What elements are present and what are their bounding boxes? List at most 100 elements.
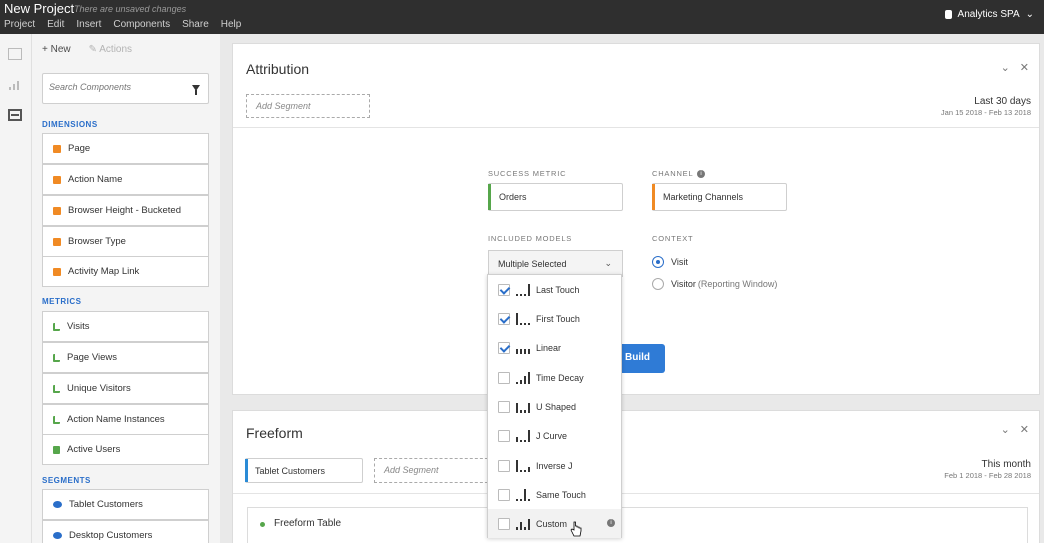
model-option-linear[interactable]: Linear [488,333,621,362]
metric-item[interactable]: Page Views [42,342,209,373]
included-models-label: INCLUDED MODELS [488,234,573,243]
radio-visitor[interactable] [652,278,664,290]
linear-icon [516,341,532,354]
model-label: U Shaped [536,401,577,412]
context-visitor-note: (Reporting Window) [697,279,778,289]
dimension-icon [53,144,61,153]
metric-item[interactable]: Visits [42,311,209,342]
close-icon[interactable]: ✕ [1020,423,1029,436]
info-icon[interactable]: i [607,519,615,527]
date-range-title: Last 30 days [974,96,1031,107]
success-metric-dropzone[interactable]: Orders [488,183,623,211]
model-option-inverse-j[interactable]: Inverse J [488,451,621,480]
checkbox-checked[interactable] [498,283,510,296]
dimension-label: Browser Type [68,236,126,247]
chevron-down-icon[interactable]: ⌄ [1001,423,1010,436]
success-metric-label: SUCCESS METRIC [488,169,567,178]
context-visitor-option[interactable]: Visitor (Reporting Window) [652,278,777,290]
actions-label: Actions [99,44,133,55]
model-option-custom[interactable]: Custom i [488,509,621,538]
chevron-down-icon: ⌄ [604,258,612,268]
metric-item[interactable]: Unique Visitors [42,373,209,404]
add-segment-dropzone[interactable]: Add Segment [246,94,370,118]
project-title[interactable]: New Project [4,1,74,16]
menu-help[interactable]: Help [221,19,242,30]
channel-value: Marketing Channels [663,192,744,202]
dimension-item[interactable]: Activity Map Link [42,256,209,287]
segment-chip-label: Tablet Customers [255,466,326,476]
segment-item[interactable]: Desktop Customers [42,520,209,543]
menu-insert[interactable]: Insert [76,19,101,30]
components-icon[interactable] [8,109,22,121]
checkbox[interactable] [498,488,510,501]
metric-item[interactable]: Active Users [42,434,209,465]
metric-item[interactable]: Action Name Instances [42,404,209,435]
panel-controls: ⌄ ✕ [1001,61,1029,74]
checkbox[interactable] [498,459,510,472]
custom-icon [516,517,532,530]
date-range-dates: Feb 1 2018 - Feb 28 2018 [944,471,1031,480]
close-icon[interactable]: ✕ [1020,61,1029,74]
model-label: Same Touch [536,489,586,500]
dimension-item[interactable]: Browser Type [42,226,209,257]
freeform-table-title[interactable]: Freeform Table [274,518,341,529]
menu-share[interactable]: Share [182,19,209,30]
segment-label: Tablet Customers [69,499,143,510]
calculated-metric-icon [53,445,60,454]
filter-icon[interactable] [192,85,200,95]
visualizations-icon[interactable] [8,78,22,90]
add-segment-dropzone[interactable]: Add Segment [374,458,498,483]
models-select[interactable]: Multiple Selected ⌄ [488,250,623,277]
channel-dropzone[interactable]: Marketing Channels [652,183,787,211]
search-input[interactable] [49,82,179,92]
metric-label: Page Views [67,352,117,363]
date-range[interactable]: This month Feb 1 2018 - Feb 28 2018 [944,459,1031,480]
panels-icon[interactable] [8,48,22,60]
success-metric-value: Orders [499,192,527,202]
model-label: Custom [536,518,568,529]
checkbox-checked[interactable] [498,312,510,325]
model-option-last-touch[interactable]: Last Touch [488,275,621,304]
new-button[interactable]: + New [42,44,71,55]
model-label: J Curve [536,430,568,441]
model-option-same-touch[interactable]: Same Touch [488,480,621,509]
checkbox[interactable] [498,371,510,384]
checkbox-checked[interactable] [498,341,510,354]
models-select-value: Multiple Selected [498,259,567,269]
dimension-item[interactable]: Action Name [42,164,209,195]
model-label: First Touch [536,313,580,324]
metric-color-bar [488,184,491,210]
segment-item[interactable]: Tablet Customers [42,489,209,520]
checkbox[interactable] [498,517,510,530]
dimension-icon [53,206,61,215]
metric-icon [53,322,60,331]
main-menu: Project Edit Insert Components Share Hel… [4,19,241,30]
chevron-down-icon: ⌄ [1025,9,1034,20]
date-range[interactable]: Last 30 days Jan 15 2018 - Feb 13 2018 [941,96,1031,117]
model-option-j-curve[interactable]: J Curve [488,421,621,450]
dimension-item[interactable]: Page [42,133,209,164]
report-suite-selector[interactable]: Analytics SPA ⌄ [944,9,1034,20]
segment-chip[interactable]: Tablet Customers [245,458,363,483]
panel-controls: ⌄ ✕ [1001,423,1029,436]
dimension-label: Activity Map Link [68,266,140,277]
chevron-down-icon[interactable]: ⌄ [1001,61,1010,74]
model-option-first-touch[interactable]: First Touch [488,304,621,333]
dimension-item[interactable]: Browser Height - Bucketed [42,195,209,226]
actions-button[interactable]: ✎ Actions [89,44,132,55]
date-range-dates: Jan 15 2018 - Feb 13 2018 [940,108,1031,117]
segments-header: SEGMENTS [42,476,91,485]
menu-edit[interactable]: Edit [47,19,64,30]
checkbox[interactable] [498,400,510,413]
checkbox[interactable] [498,429,510,442]
menu-components[interactable]: Components [113,19,170,30]
model-option-time-decay[interactable]: Time Decay [488,363,621,392]
model-option-u-shaped[interactable]: U Shaped [488,392,621,421]
freeform-panel: Freeform ⌄ ✕ Tablet Customers Add Segmen… [232,410,1040,543]
context-visit-option[interactable]: Visit [652,256,688,268]
menu-project[interactable]: Project [4,19,35,30]
radio-visit[interactable] [652,256,664,268]
model-label: Last Touch [536,284,580,295]
info-icon[interactable]: i [697,170,706,179]
context-visitor-label: Visitor [671,279,696,289]
